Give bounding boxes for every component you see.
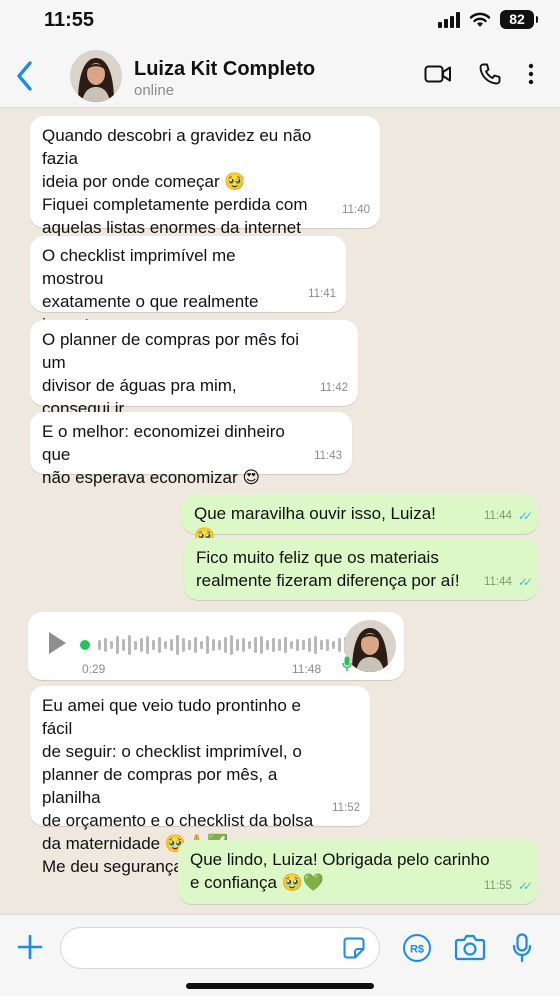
- microphone-icon[interactable]: [512, 933, 532, 963]
- incoming-message[interactable]: Eu amei que veio tudo prontinho e fácil …: [30, 686, 370, 876]
- message-time: 11:40: [342, 204, 370, 216]
- battery-indicator: 82: [500, 10, 538, 29]
- read-ticks-icon: ✓✓: [517, 575, 533, 589]
- avatar[interactable]: [70, 50, 122, 102]
- home-indicator[interactable]: [186, 983, 374, 989]
- play-icon[interactable]: [46, 630, 68, 656]
- read-ticks-icon: ✓✓: [517, 879, 533, 893]
- voice-progress-dot[interactable]: [80, 640, 90, 650]
- message-text: E o melhor: economizei dinheiro que não …: [42, 422, 285, 487]
- outgoing-message[interactable]: Fico muito feliz que os materiais realme…: [184, 538, 538, 600]
- message-time: 11:55 ✓✓: [484, 875, 533, 898]
- message-time: 11:44 ✓✓: [484, 571, 533, 594]
- read-ticks-icon: ✓✓: [517, 509, 533, 523]
- more-vertical-icon[interactable]: [526, 62, 536, 86]
- chat-header: 11:55 82 Luiza Kit Completo online: [0, 0, 560, 108]
- message-time: 11:41: [308, 288, 336, 300]
- incoming-message[interactable]: O planner de compras por mês foi um divi…: [30, 320, 358, 441]
- outgoing-message[interactable]: Que maravilha ouvir isso, Luiza! 🥹 11:44…: [182, 494, 538, 546]
- camera-icon[interactable]: [454, 933, 486, 961]
- voice-message[interactable]: 0:29 11:48: [28, 612, 404, 680]
- svg-text:R$: R$: [410, 944, 424, 956]
- plus-icon[interactable]: [16, 933, 44, 961]
- message-time: 11:44 ✓✓: [484, 505, 533, 528]
- message-time: 11:48: [292, 662, 322, 676]
- message-text: Fico muito feliz que os materiais realme…: [196, 548, 460, 590]
- signal-icon: [438, 11, 460, 28]
- status-indicators: 82: [438, 10, 538, 29]
- contact-status: online: [134, 82, 175, 99]
- back-chevron-icon[interactable]: [12, 58, 36, 94]
- video-camera-icon[interactable]: [424, 62, 452, 86]
- incoming-message[interactable]: O checklist imprimível me mostrou exatam…: [30, 236, 346, 334]
- incoming-message[interactable]: Quando descobri a gravidez eu não fazia …: [30, 116, 380, 237]
- message-time: 11:42: [320, 382, 348, 394]
- voice-waveform: [98, 630, 347, 660]
- contact-name[interactable]: Luiza Kit Completo: [134, 58, 315, 81]
- message-input[interactable]: [60, 927, 380, 969]
- sticker-icon[interactable]: [342, 936, 366, 960]
- message-time: 11:43: [314, 450, 342, 462]
- status-time: 11:55: [44, 9, 95, 31]
- microphone-icon: [342, 656, 352, 671]
- composer-bar: R$: [0, 914, 560, 996]
- pix-payment-icon[interactable]: R$: [402, 933, 432, 963]
- message-text: Quando descobri a gravidez eu não fazia …: [42, 126, 312, 237]
- incoming-message[interactable]: E o melhor: economizei dinheiro que não …: [30, 412, 352, 487]
- voice-duration: 0:29: [82, 662, 106, 676]
- wifi-icon: [469, 12, 491, 27]
- message-text: Que lindo, Luiza! Obrigada pelo carinho …: [190, 850, 490, 892]
- phone-icon[interactable]: [478, 62, 502, 86]
- outgoing-message[interactable]: Que lindo, Luiza! Obrigada pelo carinho …: [178, 840, 538, 904]
- message-time: 11:52: [332, 802, 360, 814]
- message-list[interactable]: Quando descobri a gravidez eu não fazia …: [0, 108, 560, 914]
